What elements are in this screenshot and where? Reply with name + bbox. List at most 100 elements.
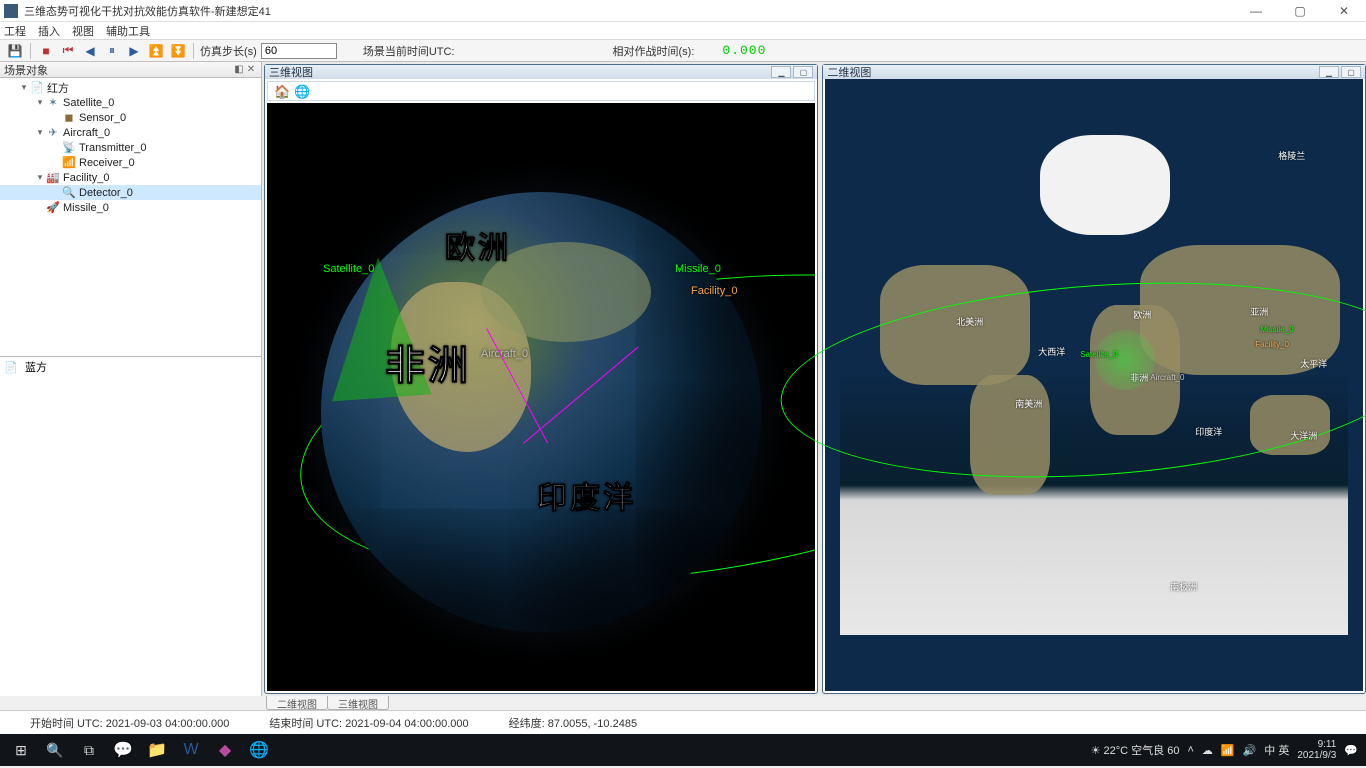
home-icon[interactable]: 🏠 bbox=[274, 84, 288, 98]
blue-side-panel: 📄 蓝方 bbox=[0, 357, 261, 696]
start-button[interactable]: ⊞ bbox=[4, 734, 38, 766]
menu-view[interactable]: 视图 bbox=[72, 23, 94, 39]
view3d-header[interactable]: 三维视图 ▁ ▢ bbox=[265, 65, 817, 79]
menu-project[interactable]: 工程 bbox=[4, 23, 26, 39]
tree-blue-side[interactable]: 📄 蓝方 bbox=[4, 359, 257, 375]
transmitter-icon: 📡 bbox=[62, 141, 76, 155]
chrome-icon[interactable]: 🌐 bbox=[242, 734, 276, 766]
explorer-icon[interactable]: 📁 bbox=[140, 734, 174, 766]
tray-volume-icon[interactable]: 🔊 bbox=[1243, 744, 1257, 757]
map-label-as: 亚洲 bbox=[1250, 305, 1268, 318]
tray-cloud-icon[interactable]: ☁ bbox=[1202, 744, 1213, 757]
globe-icon[interactable]: 🌐 bbox=[294, 84, 308, 98]
taskbar: ⊞ 🔍 ⧉ 💬 📁 W ◆ 🌐 ☀ 22°C 空气良 60 ˄ ☁ 📶 🔊 中 … bbox=[0, 734, 1366, 766]
map-label-af: 非洲 bbox=[1130, 371, 1148, 384]
menu-tools[interactable]: 辅助工具 bbox=[106, 23, 150, 39]
minimize-button[interactable]: ― bbox=[1234, 0, 1278, 22]
facility-icon: 🏭 bbox=[46, 171, 60, 185]
view3d-min-icon[interactable]: ▁ bbox=[771, 66, 791, 78]
world-map: 北美洲 南美洲 欧洲 非洲 亚洲 大洋洲 南极洲 大西洋 太平洋 印度洋 格陵兰… bbox=[840, 135, 1348, 635]
folder-icon: 📄 bbox=[4, 360, 18, 374]
weather-widget[interactable]: ☀ 22°C 空气良 60 bbox=[1091, 742, 1180, 758]
menubar: 工程 插入 视图 辅助工具 bbox=[0, 22, 1366, 40]
status-start-time: 开始时间 UTC: 2021-09-03 04:00:00.000 bbox=[30, 715, 229, 731]
speed-down-icon[interactable]: ⏬ bbox=[169, 42, 187, 60]
step-forward-icon[interactable]: ▶ bbox=[125, 42, 143, 60]
map-label-satellite: Satellite_0 bbox=[1080, 350, 1117, 359]
map-label-ind: 印度洋 bbox=[1195, 425, 1222, 438]
satellite-icon: ✶ bbox=[46, 96, 60, 110]
step-label: 仿真步长(s) bbox=[200, 43, 257, 59]
orbit-path-2d bbox=[774, 263, 1366, 497]
panel-pin-icon[interactable]: ◧ bbox=[233, 64, 245, 76]
map-label-facility: Facility_0 bbox=[1255, 340, 1289, 349]
tree-red-side[interactable]: ▾📄红方 bbox=[0, 80, 261, 95]
maximize-button[interactable]: ▢ bbox=[1278, 0, 1322, 22]
status-coords: 经纬度: 87.0055, -10.2485 bbox=[509, 715, 637, 731]
menu-insert[interactable]: 插入 bbox=[38, 23, 60, 39]
record-icon[interactable]: ■ bbox=[37, 42, 55, 60]
taskview-icon[interactable]: ⧉ bbox=[72, 734, 106, 766]
scene-panel-title: 场景对象 bbox=[4, 62, 48, 78]
missile-icon: 🚀 bbox=[46, 201, 60, 215]
label-facility: Facility_0 bbox=[691, 285, 737, 297]
label-satellite: Satellite_0 bbox=[323, 263, 374, 275]
map-canvas[interactable]: 北美洲 南美洲 欧洲 非洲 亚洲 大洋洲 南极洲 大西洋 太平洋 印度洋 格陵兰… bbox=[825, 79, 1363, 691]
label-africa: 非洲 bbox=[385, 333, 471, 391]
step-input[interactable] bbox=[261, 43, 337, 59]
map-label-sa: 南美洲 bbox=[1015, 397, 1042, 410]
tray-ime[interactable]: 中 英 bbox=[1264, 742, 1289, 758]
word-icon[interactable]: W bbox=[174, 734, 208, 766]
label-missile: Missile_0 bbox=[675, 263, 721, 275]
label-europe: 欧洲 bbox=[445, 223, 511, 267]
tab-3d[interactable]: 三维视图 bbox=[327, 696, 389, 710]
tree-sensor[interactable]: ◼Sensor_0 bbox=[0, 110, 261, 125]
close-button[interactable]: ✕ bbox=[1322, 0, 1366, 22]
search-icon[interactable]: 🔍 bbox=[38, 734, 72, 766]
view3d-max-icon[interactable]: ▢ bbox=[793, 66, 813, 78]
view2d-max-icon[interactable]: ▢ bbox=[1341, 66, 1361, 78]
view2d-min-icon[interactable]: ▁ bbox=[1319, 66, 1339, 78]
tree-aircraft[interactable]: ▾✈Aircraft_0 bbox=[0, 125, 261, 140]
tree-satellite[interactable]: ▾✶Satellite_0 bbox=[0, 95, 261, 110]
rewind-start-icon[interactable]: ⏮ bbox=[59, 42, 77, 60]
map-label-aircraft: Aircraft_0 bbox=[1150, 373, 1184, 382]
view3d-title: 三维视图 bbox=[269, 64, 313, 80]
step-back-icon[interactable]: ◀ bbox=[81, 42, 99, 60]
app-shortcut-icon[interactable]: ◆ bbox=[208, 734, 242, 766]
rel-time-value: 0.000 bbox=[722, 43, 766, 58]
speed-up-icon[interactable]: ⏫ bbox=[147, 42, 165, 60]
tree-receiver[interactable]: 📶Receiver_0 bbox=[0, 155, 261, 170]
map-label-missile: Missile_0 bbox=[1260, 325, 1293, 334]
toolbar: 💾 ■ ⏮ ◀ ⏸ ▶ ⏫ ⏬ 仿真步长(s) 场景当前时间UTC: 相对作战时… bbox=[0, 40, 1366, 62]
view-tabs: 二维视图 三维视图 bbox=[0, 696, 1366, 710]
tray-notifications-icon[interactable]: 💬 bbox=[1344, 744, 1358, 757]
map-label-ant: 南极洲 bbox=[1170, 580, 1197, 593]
wechat-icon[interactable]: 💬 bbox=[106, 734, 140, 766]
tree-facility[interactable]: ▾🏭Facility_0 bbox=[0, 170, 261, 185]
tray-clock[interactable]: 9:11 2021/9/3 bbox=[1297, 739, 1336, 761]
tray-chevron-icon[interactable]: ˄ bbox=[1187, 744, 1193, 756]
statusbar: 开始时间 UTC: 2021-09-03 04:00:00.000 结束时间 U… bbox=[0, 710, 1366, 734]
globe-canvas[interactable]: Satellite_0 欧洲 非洲 印度洋 Aircraft_0 Missile… bbox=[267, 103, 815, 691]
app-icon bbox=[4, 4, 18, 18]
tree-detector[interactable]: 🔍Detector_0 bbox=[0, 185, 261, 200]
window-title: 三维态势可视化干扰对抗效能仿真软件-新建想定41 bbox=[24, 3, 271, 19]
map-label-oc: 大洋洲 bbox=[1290, 429, 1317, 442]
scene-tree[interactable]: ▾📄红方 ▾✶Satellite_0 ◼Sensor_0 ▾✈Aircraft_… bbox=[0, 78, 261, 356]
view2d-header[interactable]: 二维视图 ▁ ▢ bbox=[823, 65, 1365, 79]
tree-missile[interactable]: 🚀Missile_0 bbox=[0, 200, 261, 215]
status-end-time: 结束时间 UTC: 2021-09-04 04:00:00.000 bbox=[269, 715, 468, 731]
sensor-icon: ◼ bbox=[62, 111, 76, 125]
tray-wifi-icon[interactable]: 📶 bbox=[1221, 744, 1235, 757]
save-icon[interactable]: 💾 bbox=[6, 42, 24, 60]
utc-label: 场景当前时间UTC: bbox=[363, 43, 455, 59]
tab-2d[interactable]: 二维视图 bbox=[266, 696, 328, 710]
map-label-na: 北美洲 bbox=[956, 315, 983, 328]
label-indian-ocean: 印度洋 bbox=[537, 473, 636, 517]
view3d-toolbar: 🏠 🌐 bbox=[267, 81, 815, 101]
aircraft-icon: ✈ bbox=[46, 126, 60, 140]
panel-close-icon[interactable]: ✕ bbox=[245, 64, 257, 76]
tree-transmitter[interactable]: 📡Transmitter_0 bbox=[0, 140, 261, 155]
pause-icon[interactable]: ⏸ bbox=[103, 42, 121, 60]
